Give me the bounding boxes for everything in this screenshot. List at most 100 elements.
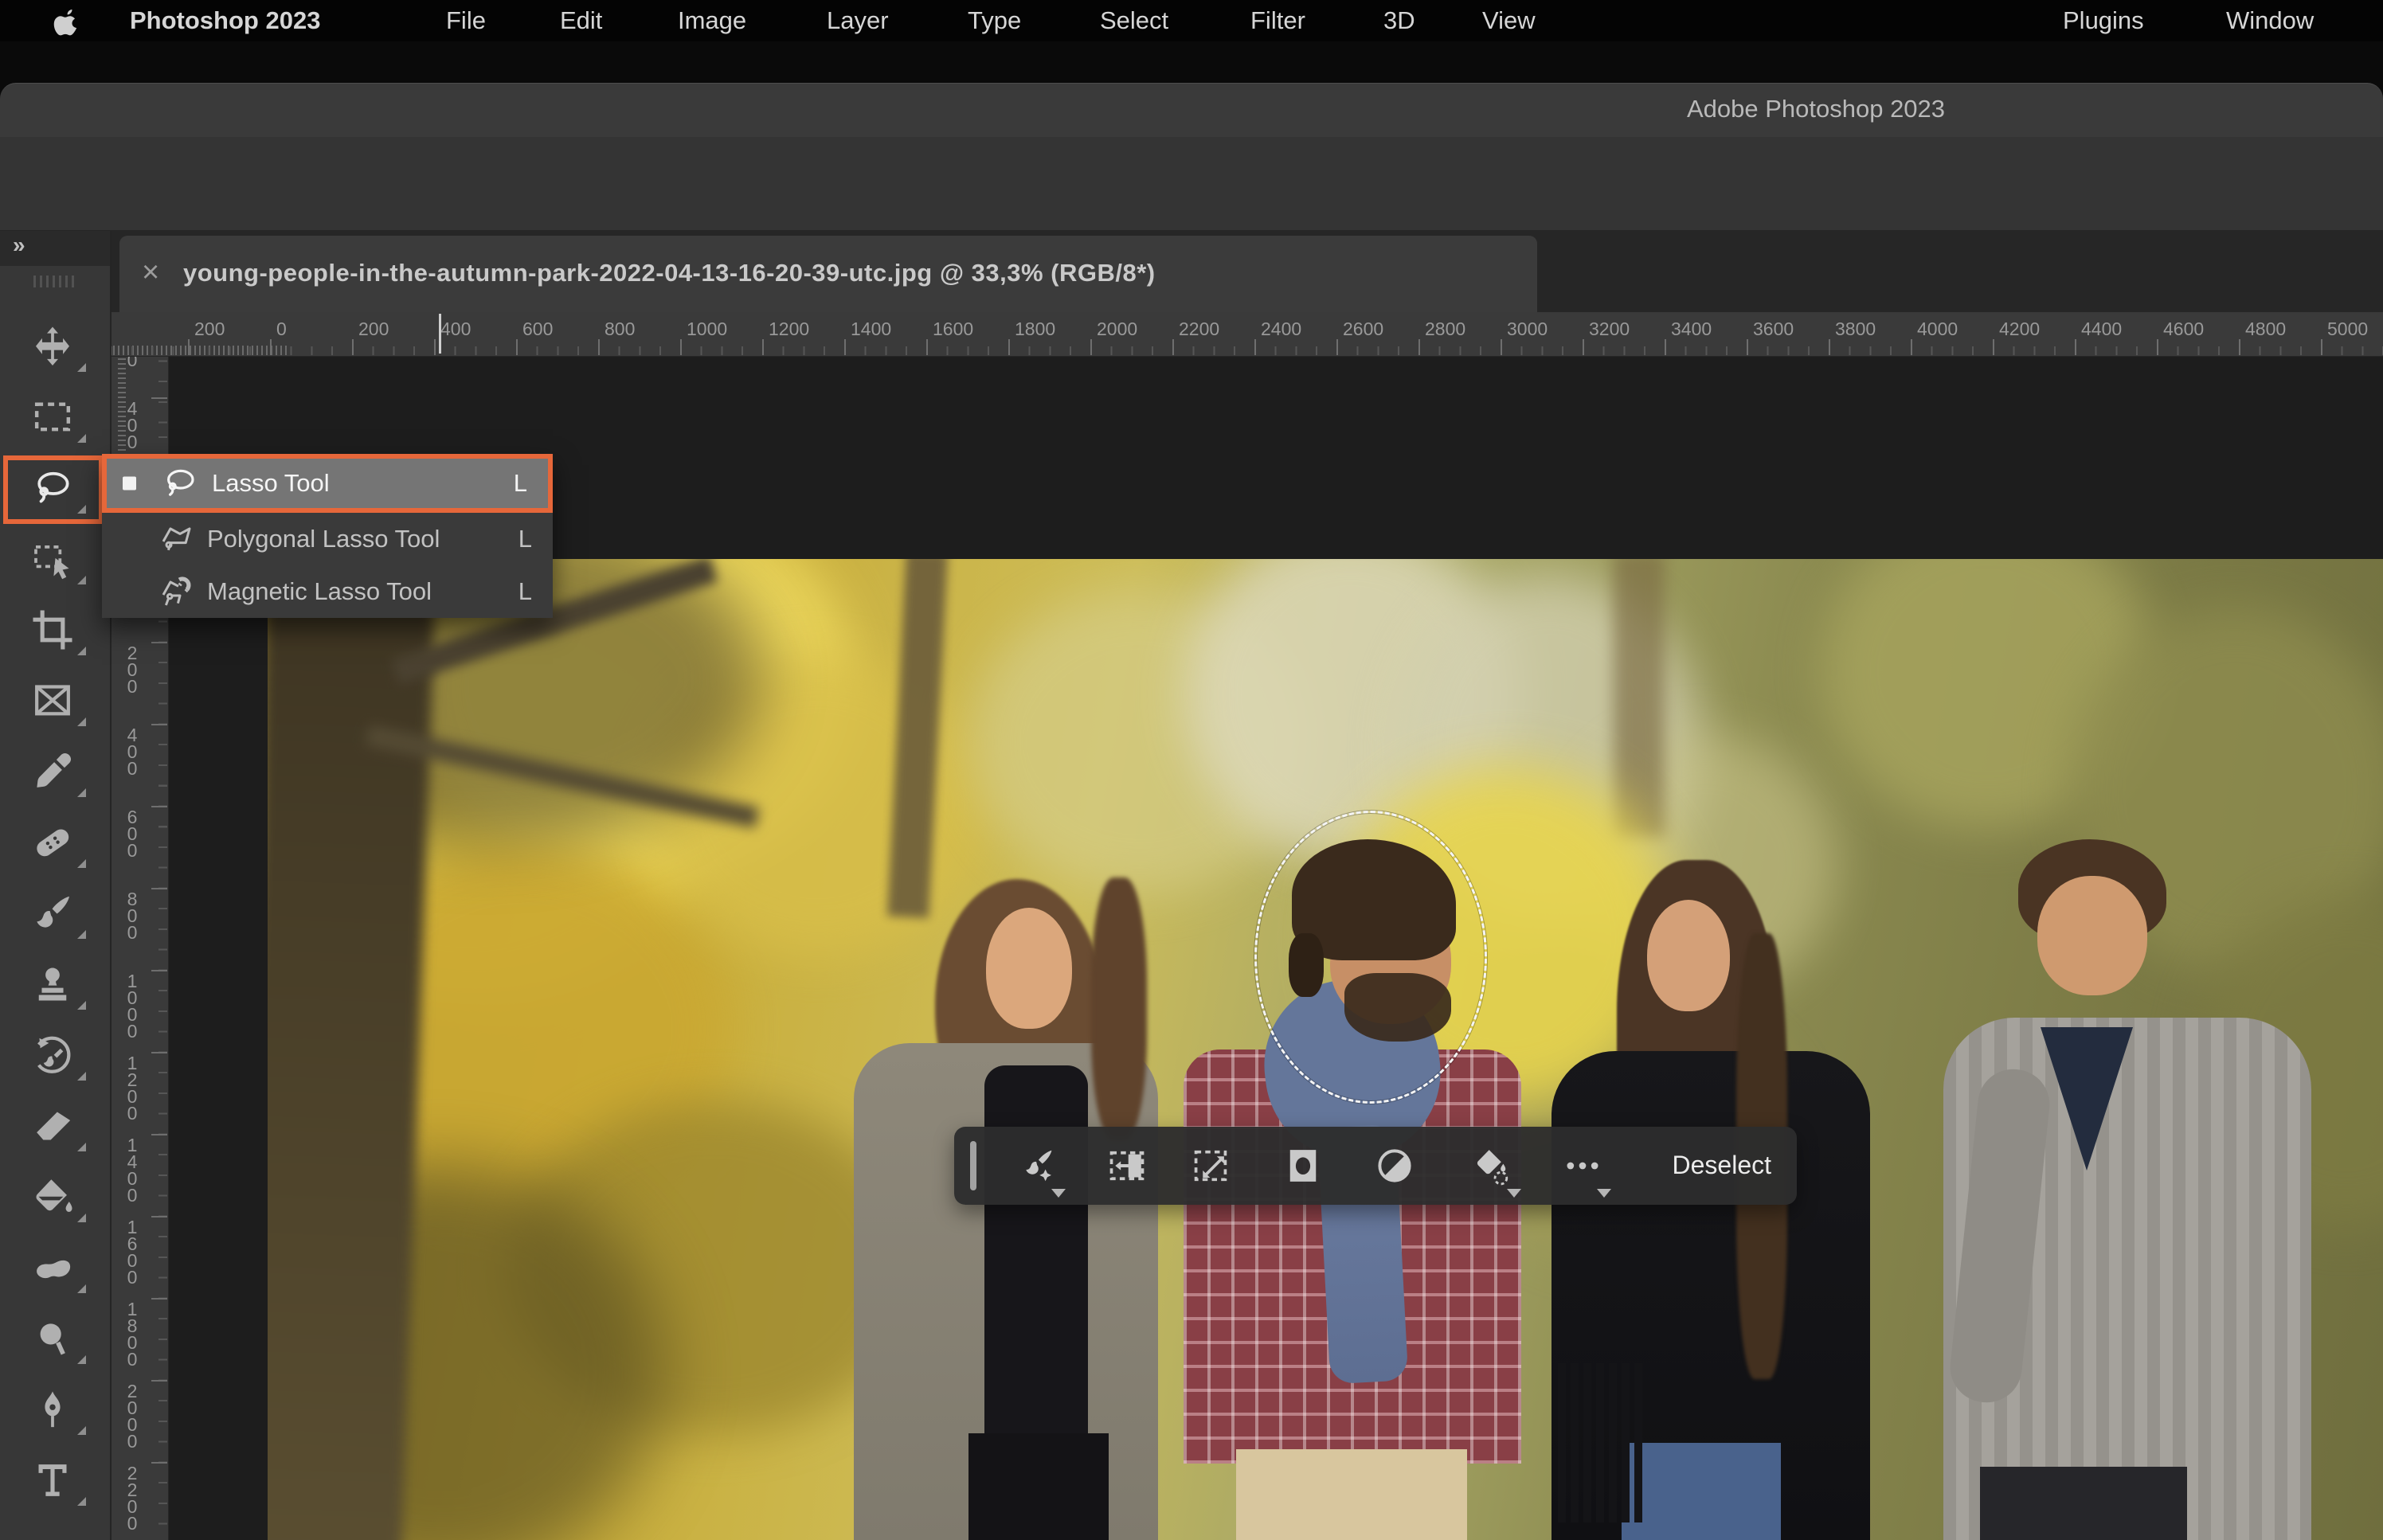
close-tab-icon[interactable]: × [142, 236, 159, 312]
chevron-down-icon[interactable] [1051, 1189, 1066, 1198]
ruler-label: 3000 [1507, 319, 1548, 340]
window-title: Adobe Photoshop 2023 [1687, 83, 1945, 137]
ruler-label: 4800 [2245, 319, 2286, 340]
menu-item-edit[interactable]: Edit [560, 0, 602, 41]
ruler-cursor-marker [439, 314, 441, 354]
taskbar-drag-handle[interactable] [970, 1141, 976, 1190]
crop-tool[interactable] [30, 608, 75, 652]
ruler-major-tick [1254, 339, 1256, 355]
fill-selection-button[interactable] [1472, 1145, 1513, 1186]
flyout-item-lasso-tool[interactable]: Lasso ToolL [102, 454, 553, 513]
add-mask-button[interactable] [1282, 1145, 1324, 1186]
expand-selection-button[interactable] [1106, 1145, 1148, 1186]
history-brush-tool[interactable] [30, 1033, 75, 1077]
eyedropper-tool[interactable] [30, 749, 75, 794]
menu-item-3d[interactable]: 3D [1383, 0, 1415, 41]
person1-leather-pants [968, 1433, 1109, 1540]
dodge-tool[interactable] [30, 1316, 75, 1361]
lasso-icon [161, 464, 199, 502]
move-tool[interactable] [30, 324, 75, 369]
chevron-down-icon[interactable] [1597, 1189, 1611, 1198]
menu-item-filter[interactable]: Filter [1250, 0, 1305, 41]
ruler-major-tick [188, 339, 190, 355]
photo-document[interactable] [268, 559, 2383, 1540]
tree-trunk [1614, 559, 1665, 838]
menu-item-select[interactable]: Select [1100, 0, 1168, 41]
menu-item-view[interactable]: View [1482, 0, 1536, 41]
clone-stamp-tool[interactable] [30, 962, 75, 1006]
ruler-major-tick [151, 1298, 167, 1300]
collapse-panel-button[interactable]: » [13, 233, 24, 258]
ruler-major-tick [151, 1380, 167, 1382]
ruler-label: 2200 [1179, 319, 1219, 340]
select-subject-button[interactable] [1016, 1145, 1058, 1186]
flyout-item-label: Polygonal Lasso Tool [207, 525, 440, 553]
menu-item-plugins[interactable]: Plugins [2063, 0, 2144, 41]
flyout-item-label: Magnetic Lasso Tool [207, 577, 432, 606]
ruler-label: 3400 [1671, 319, 1712, 340]
more-options-button[interactable] [1562, 1145, 1603, 1186]
menu-item-window[interactable]: Window [2226, 0, 2314, 41]
ruler-major-tick [151, 724, 167, 725]
pen-tool[interactable] [30, 1387, 75, 1432]
ruler-label: 1400 [851, 319, 891, 340]
ruler-major-tick [352, 339, 354, 355]
flyout-item-magnetic-lasso-tool[interactable]: Magnetic Lasso Tool L [102, 565, 553, 618]
transform-selection-button[interactable] [1190, 1145, 1231, 1186]
menu-item-image[interactable]: Image [678, 0, 746, 41]
flyout-indicator-icon [77, 647, 86, 655]
ruler-label: 800 [605, 319, 635, 340]
rectangular-marquee-tool[interactable] [30, 395, 75, 440]
person1-face [986, 908, 1072, 1029]
ruler-major-tick [2239, 339, 2240, 355]
document-tab[interactable]: × young-people-in-the-autumn-park-2022-0… [119, 236, 1537, 312]
current-tool-indicator [123, 477, 136, 491]
lasso-selection-marching-ants[interactable] [1254, 811, 1487, 1104]
chevron-down-icon[interactable] [1507, 1189, 1521, 1198]
ruler-major-tick [1008, 339, 1010, 355]
menu-item-photoshop-2023[interactable]: Photoshop 2023 [130, 0, 320, 41]
invert-selection-button[interactable] [1374, 1145, 1415, 1186]
menu-item-file[interactable]: File [446, 0, 486, 41]
deselect-button[interactable]: Deselect [1673, 1127, 1772, 1205]
flyout-indicator-icon [77, 1355, 86, 1364]
flyout-item-shortcut: L [518, 525, 532, 553]
flyout-item-shortcut: L [518, 577, 532, 606]
apple-icon[interactable] [53, 7, 81, 36]
flyout-indicator-icon [77, 717, 86, 726]
paint-bucket-tool[interactable] [30, 1175, 75, 1219]
frame-tool[interactable] [30, 678, 75, 723]
type-tool[interactable] [30, 1458, 75, 1503]
person1-black-top [984, 1065, 1088, 1440]
ruler-major-tick [151, 1216, 167, 1218]
object-selection-tool[interactable] [30, 537, 75, 581]
photoshop-app: Photoshop 2023 File Edit Image Layer Type Sele… [0, 0, 2383, 1540]
flyout-indicator-icon [77, 1426, 86, 1435]
window-title-bar[interactable] [0, 83, 2383, 137]
menu-item-type[interactable]: Type [968, 0, 1021, 41]
ruler-label: 1200 [769, 319, 809, 340]
ruler-label: 600 [112, 357, 153, 369]
ruler-label: 200 [194, 319, 225, 340]
tool-panel-grip[interactable] [33, 276, 78, 287]
spot-healing-tool[interactable] [30, 820, 75, 865]
ruler-label: 600 [112, 809, 153, 859]
ruler-label: 600 [522, 319, 553, 340]
person4-dark-pants [1980, 1467, 2187, 1540]
flyout-item-polygonal-lasso-tool[interactable]: Polygonal Lasso Tool L [102, 513, 553, 565]
horizontal-ruler[interactable]: 2000200400600800100012001400160018002000… [112, 312, 2383, 357]
ruler-label: 400 [112, 401, 153, 451]
flyout-indicator-icon [77, 1497, 86, 1506]
menu-item-layer[interactable]: Layer [827, 0, 889, 41]
ruler-major-tick [1172, 339, 1174, 355]
ruler-major-tick [1583, 339, 1584, 355]
smudge-tool[interactable] [30, 1245, 75, 1290]
flyout-indicator-icon [77, 1284, 86, 1293]
polygonal-lasso-icon [156, 520, 194, 558]
ruler-major-tick [1665, 339, 1666, 355]
eraser-tool[interactable] [30, 1104, 75, 1148]
tool-options-bar: Feather: 0 px Anti-alias Select and Mask… [0, 137, 2383, 231]
tool-panel-header: » [0, 231, 110, 266]
brush-tool[interactable] [30, 891, 75, 936]
ruler-major-tick [270, 339, 272, 355]
